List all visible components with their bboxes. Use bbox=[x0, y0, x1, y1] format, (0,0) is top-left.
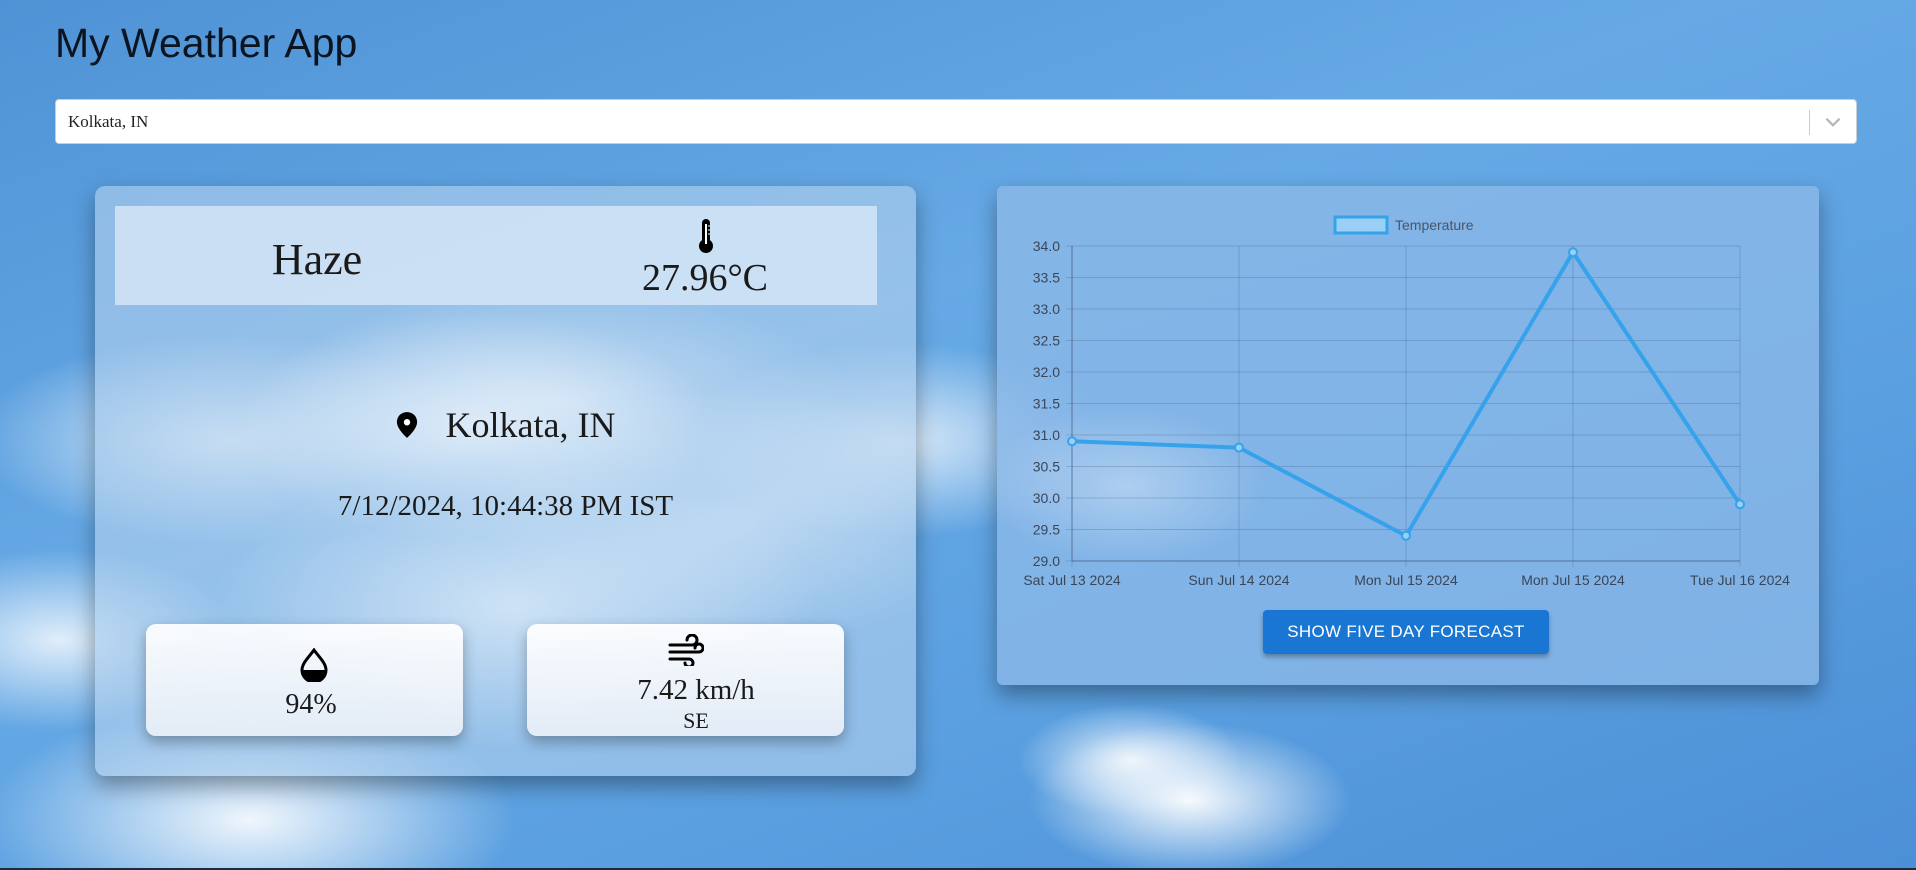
temperature-chart-card: 34.0 33.5 33.0 32.5 32.0 31.5 31.0 30.5 30.0 29.5… bbox=[997, 186, 1819, 685]
humidity-box: 94% bbox=[146, 624, 463, 736]
map-pin-icon bbox=[396, 412, 417, 438]
wind-speed-value: 7.42 km/h bbox=[637, 674, 755, 706]
y-tick-label: 29.0 bbox=[1033, 553, 1060, 569]
x-tick-label: Sun Jul 14 2024 bbox=[1188, 572, 1289, 588]
x-tick-label: Sat Jul 13 2024 bbox=[1023, 572, 1121, 588]
y-tick-label: 31.0 bbox=[1033, 427, 1060, 443]
city-search-select[interactable]: Kolkata, IN bbox=[55, 99, 1857, 144]
x-tick-label: Tue Jul 16 2024 bbox=[1690, 572, 1790, 588]
chevron-down-icon[interactable] bbox=[1822, 111, 1844, 133]
y-tick-label: 32.0 bbox=[1033, 364, 1060, 380]
water-drop-icon bbox=[300, 648, 328, 682]
y-tick-label: 33.0 bbox=[1033, 301, 1060, 317]
local-datetime: 7/12/2024, 10:44:38 PM IST bbox=[337, 490, 674, 522]
show-five-day-forecast-button[interactable]: SHOW FIVE DAY FORECAST bbox=[1263, 610, 1549, 654]
location-name: Kolkata, IN bbox=[445, 405, 616, 445]
temperature-point bbox=[1234, 442, 1244, 453]
temperature-point bbox=[1401, 530, 1411, 541]
humidity-value: 94% bbox=[285, 689, 337, 720]
y-tick-label: 29.5 bbox=[1033, 522, 1060, 538]
temperature-value: 27.96°C bbox=[641, 257, 769, 299]
search-selected-value: Kolkata, IN bbox=[68, 112, 149, 131]
x-tick-label: Mon Jul 15 2024 bbox=[1521, 572, 1625, 588]
temperature-point bbox=[1067, 436, 1077, 447]
y-tick-label: 30.5 bbox=[1033, 459, 1060, 475]
temperature-point bbox=[1735, 499, 1745, 510]
select-separator bbox=[1809, 110, 1810, 135]
app-title: My Weather App bbox=[55, 20, 358, 66]
x-tick-label: Mon Jul 15 2024 bbox=[1354, 572, 1458, 588]
weather-condition: Haze bbox=[271, 235, 363, 284]
wind-icon bbox=[668, 634, 704, 666]
wind-box: 7.42 km/h SE bbox=[527, 624, 844, 736]
legend-label: Temperature bbox=[1395, 217, 1474, 233]
condition-panel: Haze 27.96°C bbox=[115, 206, 877, 305]
thermometer-icon bbox=[699, 219, 713, 253]
temperature-point bbox=[1568, 247, 1578, 258]
temperature-line-chart: 34.0 33.5 33.0 32.5 32.0 31.5 31.0 30.5 30.0 29.5… bbox=[1023, 215, 1790, 588]
wind-direction-value: SE bbox=[683, 708, 709, 733]
y-tick-label: 33.5 bbox=[1033, 270, 1060, 286]
location-row: Kolkata, IN bbox=[95, 404, 916, 446]
y-tick-label: 34.0 bbox=[1033, 238, 1060, 254]
current-weather-card: Haze 27.96°C Kolkata, IN 7/12/2024, 10:4… bbox=[95, 186, 916, 776]
y-tick-label: 31.5 bbox=[1033, 396, 1060, 412]
y-tick-label: 30.0 bbox=[1033, 490, 1060, 506]
y-tick-label: 32.5 bbox=[1033, 333, 1060, 349]
legend-swatch bbox=[1333, 215, 1389, 235]
